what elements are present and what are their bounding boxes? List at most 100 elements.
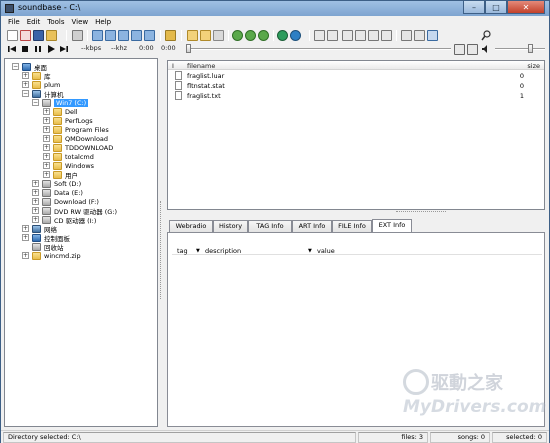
expand-toggle[interactable]: + (22, 234, 29, 241)
collapse-toggle[interactable]: − (32, 99, 39, 106)
tree-item-computer[interactable]: − 计算机 (22, 89, 64, 99)
tab-art-info[interactable]: ART Info (292, 220, 332, 232)
search-icon[interactable] (481, 30, 492, 41)
layout-split-icon[interactable] (327, 30, 338, 41)
expand-toggle[interactable]: + (43, 144, 50, 151)
menu-view[interactable]: View (69, 17, 93, 29)
minimize-button[interactable]: – (463, 1, 485, 14)
tools-icon[interactable] (72, 30, 83, 41)
image-icon[interactable] (401, 30, 412, 41)
menu-file[interactable]: File (5, 17, 24, 29)
equalizer-icon[interactable] (467, 44, 478, 55)
refresh-icon[interactable] (232, 30, 243, 41)
panel-right-icon[interactable] (355, 30, 366, 41)
maximize-button[interactable]: □ (485, 1, 507, 14)
column-tag-header[interactable]: tag (177, 247, 188, 255)
expand-toggle[interactable]: + (43, 126, 50, 133)
next-track-icon[interactable] (59, 44, 70, 55)
column-icon-header[interactable]: I (172, 62, 174, 70)
expand-toggle[interactable]: + (43, 153, 50, 160)
layout-icon[interactable] (314, 30, 325, 41)
expand-toggle[interactable]: + (32, 180, 39, 187)
tree-item-folder[interactable]: + TDDOWNLOAD (43, 143, 113, 152)
view-details-icon[interactable] (105, 30, 116, 41)
view-tiles-icon[interactable] (118, 30, 129, 41)
close-button[interactable]: ✕ (507, 1, 545, 14)
new-playlist-icon[interactable] (20, 30, 31, 41)
file-row[interactable]: fraglist.txt 1 (168, 91, 544, 100)
network-icon[interactable] (290, 30, 301, 41)
tree-item-folder[interactable]: + QMDownload (43, 134, 108, 143)
vertical-splitter[interactable] (160, 201, 162, 299)
volume-thumb[interactable] (528, 44, 533, 53)
tab-file-info[interactable]: FILE Info (332, 220, 372, 232)
expand-toggle[interactable]: + (32, 216, 39, 223)
collapse-toggle[interactable]: − (12, 63, 19, 70)
tree-item-desktop[interactable]: − 桌面 (12, 62, 47, 72)
expand-toggle[interactable]: + (22, 252, 29, 259)
playlist-icon[interactable] (454, 44, 465, 55)
expand-toggle[interactable]: + (32, 198, 39, 205)
tab-tag-info[interactable]: TAG Info (248, 220, 292, 232)
open-folder-icon[interactable] (46, 30, 57, 41)
file-row[interactable]: fltnstat.stat 0 (168, 81, 544, 90)
expand-toggle[interactable]: + (22, 72, 29, 79)
tree-item-win7[interactable]: − Win7 (C:) (32, 98, 89, 107)
panel-bottom-icon[interactable] (368, 30, 379, 41)
tree-item-soft[interactable]: + Soft (D:) (32, 179, 81, 188)
tree-item-wincmd-zip[interactable]: + wincmd.zip (22, 251, 81, 260)
seek-track[interactable] (186, 48, 451, 50)
tree-item-folder[interactable]: + Program Files (43, 125, 109, 134)
tab-webradio[interactable]: Webradio (169, 220, 213, 232)
play-icon[interactable] (46, 44, 57, 55)
column-size-header[interactable]: size (527, 62, 540, 70)
expand-toggle[interactable]: + (43, 171, 50, 178)
expand-toggle[interactable]: + (22, 81, 29, 88)
stop-icon[interactable] (20, 44, 31, 55)
menu-edit[interactable]: Edit (24, 17, 45, 29)
sort-arrow-icon[interactable]: ▼ (308, 248, 312, 254)
new-file-icon[interactable] (7, 30, 18, 41)
settings-icon[interactable] (427, 30, 438, 41)
tree-item-library[interactable]: + 库 (22, 71, 51, 81)
column-description-header[interactable]: description (205, 247, 241, 255)
tree-item-folder[interactable]: + 用户 (43, 170, 78, 180)
view-icons-icon[interactable] (131, 30, 142, 41)
expand-toggle[interactable]: + (32, 189, 39, 196)
menu-help[interactable]: Help (92, 17, 115, 29)
view-thumbnails-icon[interactable] (144, 30, 155, 41)
properties-icon[interactable] (213, 30, 224, 41)
volume-icon[interactable] (481, 44, 492, 55)
tab-ext-info[interactable]: EXT Info (372, 219, 412, 232)
expand-toggle[interactable]: + (43, 108, 50, 115)
sync-icon[interactable] (245, 30, 256, 41)
horizontal-splitter[interactable] (396, 211, 446, 213)
globe-icon[interactable] (277, 30, 288, 41)
folder-icon[interactable] (187, 30, 198, 41)
text-icon[interactable] (414, 30, 425, 41)
back-folder-icon[interactable] (165, 30, 176, 41)
folder-up-icon[interactable] (200, 30, 211, 41)
volume-track[interactable] (495, 48, 545, 50)
file-row[interactable]: fraglist.luar 0 (168, 71, 544, 80)
tree-item-folder[interactable]: + totalcmd (43, 152, 94, 161)
view-list-icon[interactable] (92, 30, 103, 41)
tree-item-folder[interactable]: + Dell (43, 107, 78, 116)
tree-item-folder[interactable]: + PerfLogs (43, 116, 93, 125)
column-filename-header[interactable]: filename (187, 62, 215, 70)
expand-toggle[interactable]: + (43, 135, 50, 142)
tree-item-recycle-bin[interactable]: 回收站 (22, 242, 64, 252)
tree-item-data[interactable]: + Data (E:) (32, 188, 83, 197)
column-value-header[interactable]: value (317, 247, 335, 255)
update-icon[interactable] (258, 30, 269, 41)
save-icon[interactable] (33, 30, 44, 41)
menu-tools[interactable]: Tools (44, 17, 68, 29)
panel-full-icon[interactable] (381, 30, 392, 41)
expand-toggle[interactable]: + (22, 225, 29, 232)
panel-left-icon[interactable] (342, 30, 353, 41)
expand-toggle[interactable]: + (43, 162, 50, 169)
pause-icon[interactable] (33, 44, 44, 55)
tab-history[interactable]: History (213, 220, 248, 232)
previous-track-icon[interactable] (7, 44, 18, 55)
tree-item-cd[interactable]: + CD 驱动器 (I:) (32, 215, 96, 225)
